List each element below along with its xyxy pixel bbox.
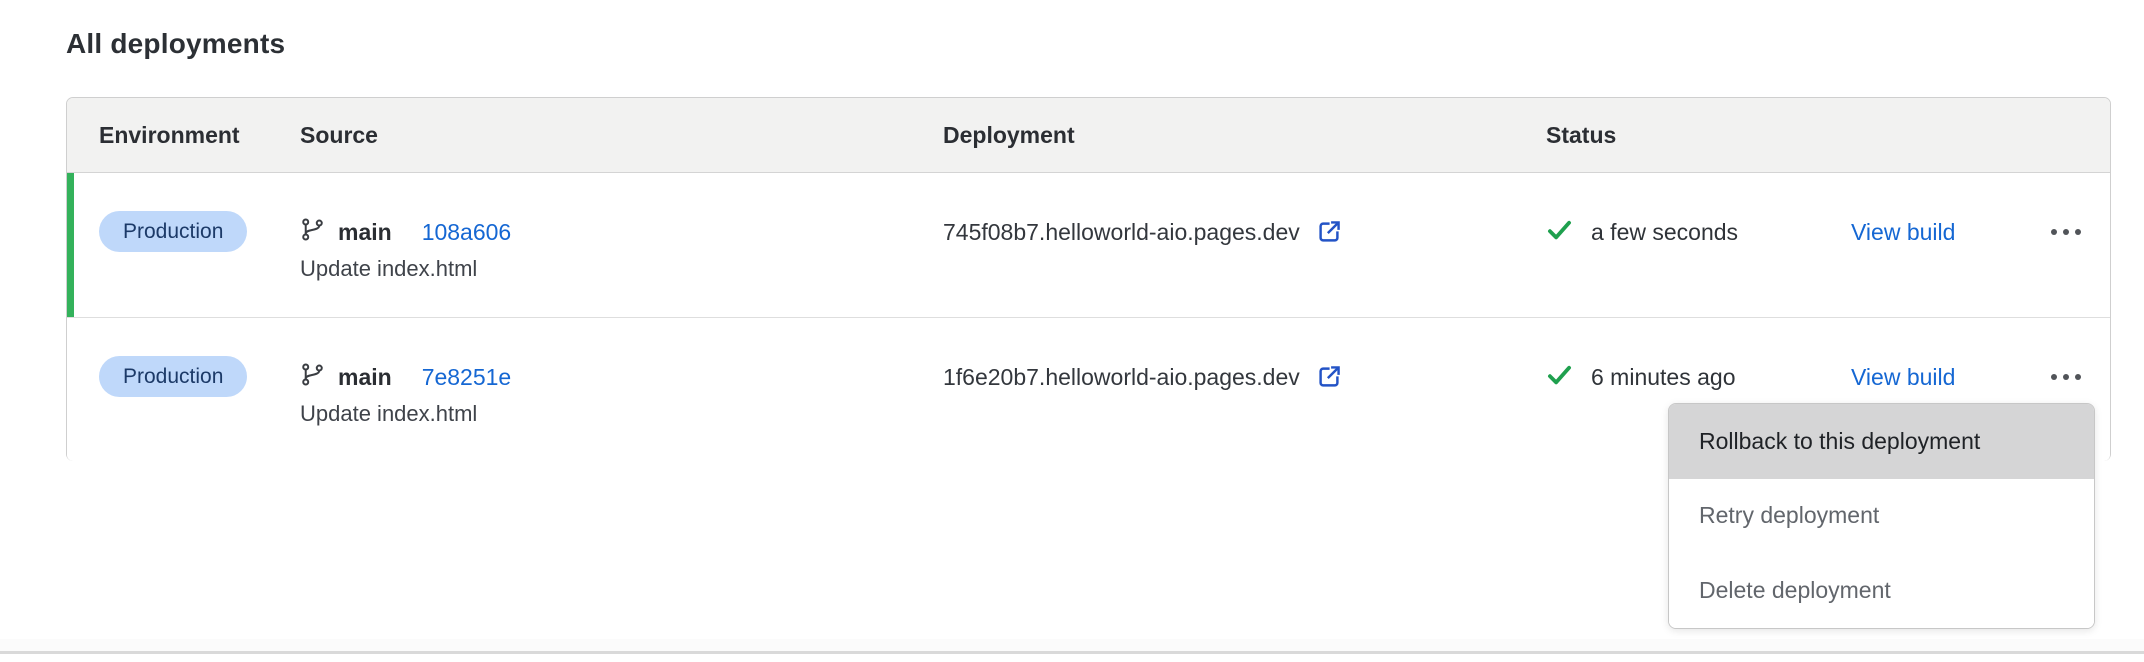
environment-cell: Production: [67, 318, 300, 461]
column-header-environment: Environment: [67, 122, 300, 149]
ellipsis-icon: [2049, 371, 2083, 383]
environment-badge: Production: [99, 211, 247, 252]
deployment-cell: 745f08b7.helloworld-aio.pages.dev: [943, 173, 1546, 317]
menu-item-rollback[interactable]: Rollback to this deployment: [1669, 404, 2094, 479]
ellipsis-icon: [2049, 226, 2083, 238]
commit-message: Update index.html: [300, 400, 943, 428]
status-time: a few seconds: [1591, 219, 1738, 246]
success-check-icon: [1546, 216, 1573, 248]
status-time: 6 minutes ago: [1591, 364, 1735, 391]
column-header-source: Source: [300, 122, 943, 149]
view-build-cell: View build: [1851, 173, 2021, 317]
commit-link[interactable]: 108a606: [422, 219, 512, 246]
page-title: All deployments: [66, 28, 285, 60]
page-bottom-divider: [0, 651, 2144, 654]
table-header-row: Environment Source Deployment Status: [67, 98, 2110, 173]
deployment-options-button[interactable]: [2041, 220, 2091, 244]
menu-item-retry[interactable]: Retry deployment: [1669, 479, 2094, 554]
view-build-link[interactable]: View build: [1851, 219, 1955, 246]
git-branch-icon: [300, 362, 325, 392]
deployment-url: 745f08b7.helloworld-aio.pages.dev: [943, 219, 1300, 246]
source-cell: main 108a606 Update index.html: [300, 173, 943, 317]
branch-name: main: [338, 364, 392, 391]
table-row-deployment-1: Production main 108a606: [67, 173, 2110, 317]
deployment-cell: 1f6e20b7.helloworld-aio.pages.dev: [943, 318, 1546, 461]
success-check-icon: [1546, 361, 1573, 393]
options-cell: [2021, 173, 2110, 317]
deployment-options-button[interactable]: [2041, 365, 2091, 389]
environment-badge: Production: [99, 356, 247, 397]
source-cell: main 7e8251e Update index.html: [300, 318, 943, 461]
status-cell: a few seconds: [1546, 173, 1851, 317]
active-deployment-indicator: [67, 173, 74, 317]
external-link-icon[interactable]: [1315, 218, 1343, 246]
branch-name: main: [338, 219, 392, 246]
column-header-status: Status: [1546, 122, 1851, 149]
commit-message: Update index.html: [300, 255, 943, 283]
menu-item-delete[interactable]: Delete deployment: [1669, 553, 2094, 628]
column-header-deployment: Deployment: [943, 122, 1546, 149]
external-link-icon[interactable]: [1315, 363, 1343, 391]
deployment-context-menu: Rollback to this deployment Retry deploy…: [1668, 403, 2095, 629]
git-branch-icon: [300, 217, 325, 247]
view-build-link[interactable]: View build: [1851, 364, 1955, 391]
environment-cell: Production: [67, 173, 300, 317]
deployment-url: 1f6e20b7.helloworld-aio.pages.dev: [943, 364, 1300, 391]
commit-link[interactable]: 7e8251e: [422, 364, 512, 391]
